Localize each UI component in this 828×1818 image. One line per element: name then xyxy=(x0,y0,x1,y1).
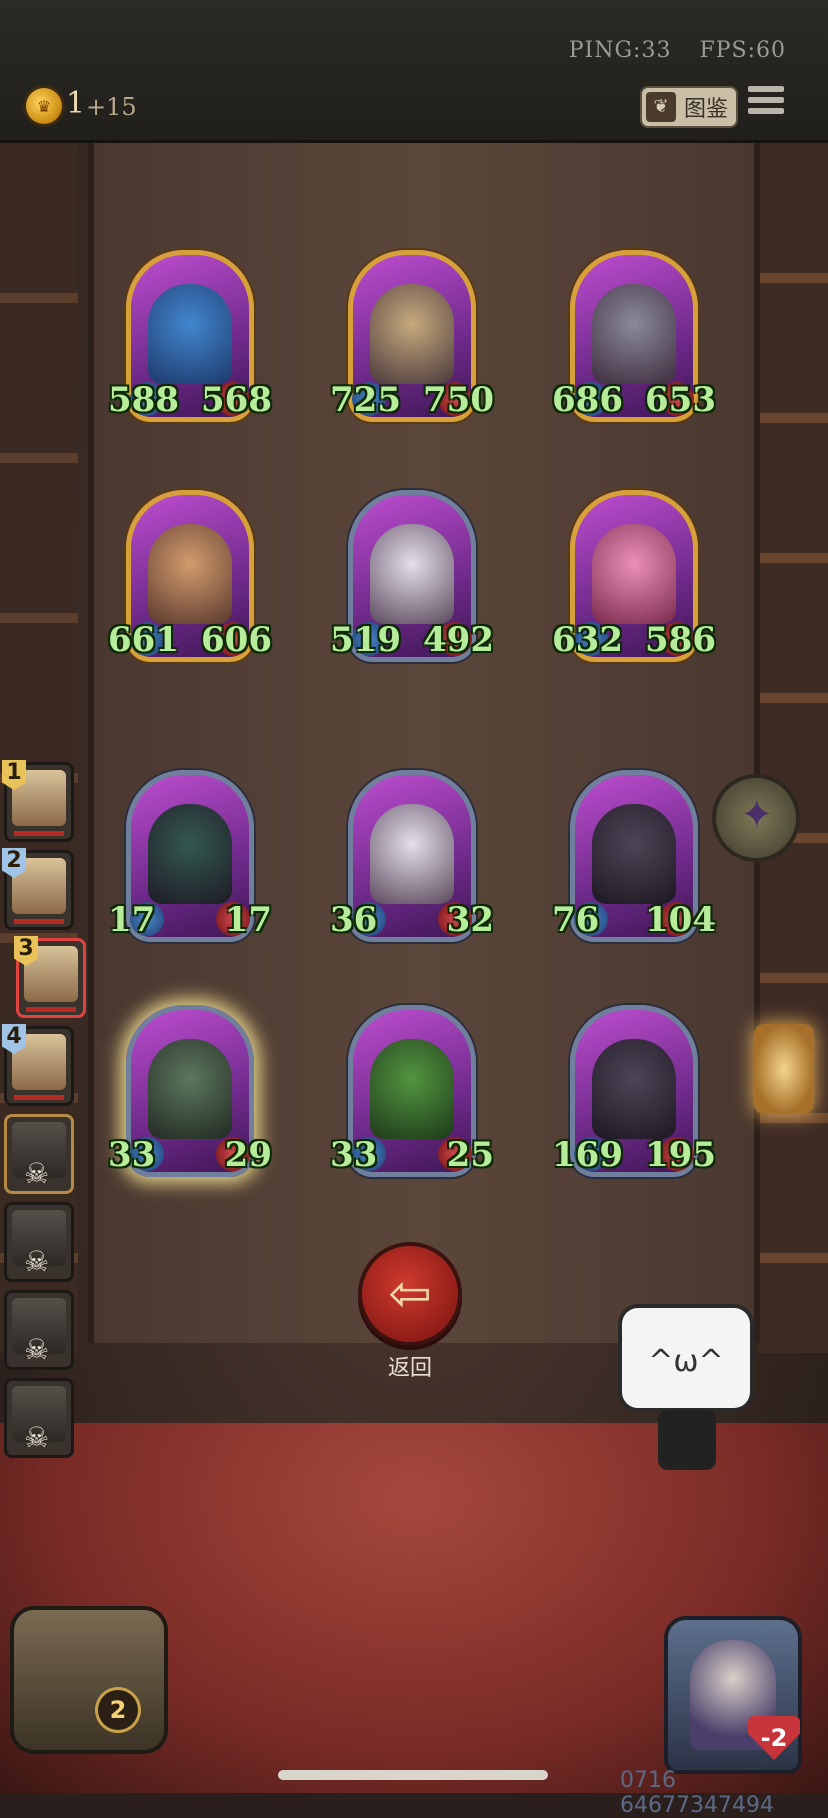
mushroom-spider-portrait xyxy=(370,284,454,384)
health-value: 104 xyxy=(645,900,716,940)
unit-card-flower-hat-witch[interactable]: 661 606 xyxy=(108,490,272,666)
unit-card-black-dragon[interactable]: 169 195 xyxy=(552,1005,716,1181)
lantern-icon xyxy=(754,1024,814,1114)
team-slot-1[interactable]: 1 xyxy=(2,760,74,842)
skull-icon: ☠ xyxy=(24,1333,50,1366)
home-indicator xyxy=(278,1770,548,1780)
health-value: 653 xyxy=(645,380,716,420)
team-slot-8[interactable]: ☠ xyxy=(4,1378,74,1458)
back-button[interactable]: ⇦ xyxy=(362,1246,458,1342)
book-icon: ❦ xyxy=(646,92,676,122)
gray-rat-bandit-portrait xyxy=(592,284,676,384)
husky-dog-portrait xyxy=(370,804,454,904)
health-value: 750 xyxy=(423,380,494,420)
attack-value: 33 xyxy=(108,1135,156,1175)
attack-value: 686 xyxy=(552,380,623,420)
unit-card-husky-dog[interactable]: 519 492 xyxy=(330,490,494,666)
unit-card-black-dragon[interactable]: 76 104 xyxy=(552,770,716,946)
health-bar xyxy=(14,831,64,836)
green-dragon-portrait xyxy=(370,1039,454,1139)
coin-amount: 1 xyxy=(66,86,86,121)
pink-hair-lady-portrait xyxy=(592,524,676,624)
green-ogre-portrait xyxy=(148,1039,232,1139)
ping-readout: PING:33 xyxy=(568,38,672,63)
hamburger-menu-icon[interactable] xyxy=(748,86,784,122)
team-slot-6[interactable]: ☠ xyxy=(4,1202,74,1282)
health-value: 606 xyxy=(201,620,272,660)
team-slot-7[interactable]: ☠ xyxy=(4,1290,74,1370)
attack-value: 36 xyxy=(330,900,378,940)
health-value: 32 xyxy=(446,900,494,940)
attack-value: 169 xyxy=(552,1135,623,1175)
tv-head: ^ω^ xyxy=(622,1308,750,1408)
health-value: 586 xyxy=(645,620,716,660)
black-dragon-portrait xyxy=(592,804,676,904)
unit-card-gray-rat-bandit[interactable]: 686 653 xyxy=(552,250,716,426)
team-slot-3[interactable]: 3 xyxy=(14,936,86,1018)
health-bar xyxy=(14,919,64,924)
treasure-chest[interactable] xyxy=(14,1610,164,1750)
top-bar: PING:33 FPS:60 ♛ 1 +15 ❦ 图鉴 xyxy=(0,0,828,143)
attack-value: 725 xyxy=(330,380,401,420)
unit-card-husky-dog[interactable]: 36 32 xyxy=(330,770,494,946)
footer-stamp: 0716 64677347494 xyxy=(620,1768,774,1818)
unit-card-mushroom-spider[interactable]: 725 750 xyxy=(330,250,494,426)
chest-count-badge: 2 xyxy=(98,1690,138,1730)
black-dragon-portrait xyxy=(592,1039,676,1139)
attack-value: 17 xyxy=(108,900,156,940)
team-slot-4[interactable]: 4 xyxy=(2,1024,74,1106)
arrow-left-icon: ⇦ xyxy=(388,1264,432,1324)
skull-icon: ☠ xyxy=(24,1157,50,1190)
team-slot-2[interactable]: 2 xyxy=(2,848,74,930)
health-value: 25 xyxy=(446,1135,494,1175)
health-value: 568 xyxy=(201,380,272,420)
right-bookshelf xyxy=(758,143,828,1353)
fps-readout: FPS:60 xyxy=(699,38,786,63)
team-roster: 1 2 3 4 ☠ ☠ ☠ ☠ xyxy=(2,760,86,1466)
blue-elf-sorceress-portrait xyxy=(148,284,232,384)
unit-card-green-dragon[interactable]: 33 25 xyxy=(330,1005,494,1181)
skull-icon: ☠ xyxy=(24,1245,50,1278)
attack-value: 661 xyxy=(108,620,179,660)
codex-button[interactable]: ❦ 图鉴 xyxy=(640,86,738,128)
health-value: 492 xyxy=(423,620,494,660)
health-value: 29 xyxy=(224,1135,272,1175)
attack-value: 33 xyxy=(330,1135,378,1175)
crown-coin-icon: ♛ xyxy=(26,88,62,124)
attack-value: 519 xyxy=(330,620,401,660)
attack-value: 588 xyxy=(108,380,179,420)
health-bar xyxy=(26,1007,76,1012)
unit-card-horned-dark-elf[interactable]: 17 17 xyxy=(108,770,272,946)
mascot-body xyxy=(658,1410,716,1470)
unit-card-pink-hair-lady[interactable]: 632 586 xyxy=(552,490,716,666)
voodoo-doll-orb-icon[interactable]: ✦ xyxy=(716,778,796,858)
health-value: 17 xyxy=(224,900,272,940)
network-status: PING:33 FPS:60 xyxy=(541,38,786,63)
unit-card-blue-elf-sorceress[interactable]: 588 568 xyxy=(108,250,272,426)
back-label: 返回 xyxy=(387,1356,432,1381)
flower-hat-witch-portrait xyxy=(148,524,232,624)
unit-card-green-ogre[interactable]: 33 29 xyxy=(108,1005,272,1181)
team-slot-5[interactable]: ☠ xyxy=(4,1114,74,1194)
skull-icon: ☠ xyxy=(24,1421,50,1454)
attack-value: 632 xyxy=(552,620,623,660)
coin-income: +15 xyxy=(86,93,137,121)
attack-value: 76 xyxy=(552,900,600,940)
husky-dog-portrait xyxy=(370,524,454,624)
codex-label: 图鉴 xyxy=(684,97,729,122)
health-value: 195 xyxy=(645,1135,716,1175)
tv-head-mascot[interactable]: ^ω^ xyxy=(622,1302,752,1472)
health-bar xyxy=(14,1095,64,1100)
horned-dark-elf-portrait xyxy=(148,804,232,904)
